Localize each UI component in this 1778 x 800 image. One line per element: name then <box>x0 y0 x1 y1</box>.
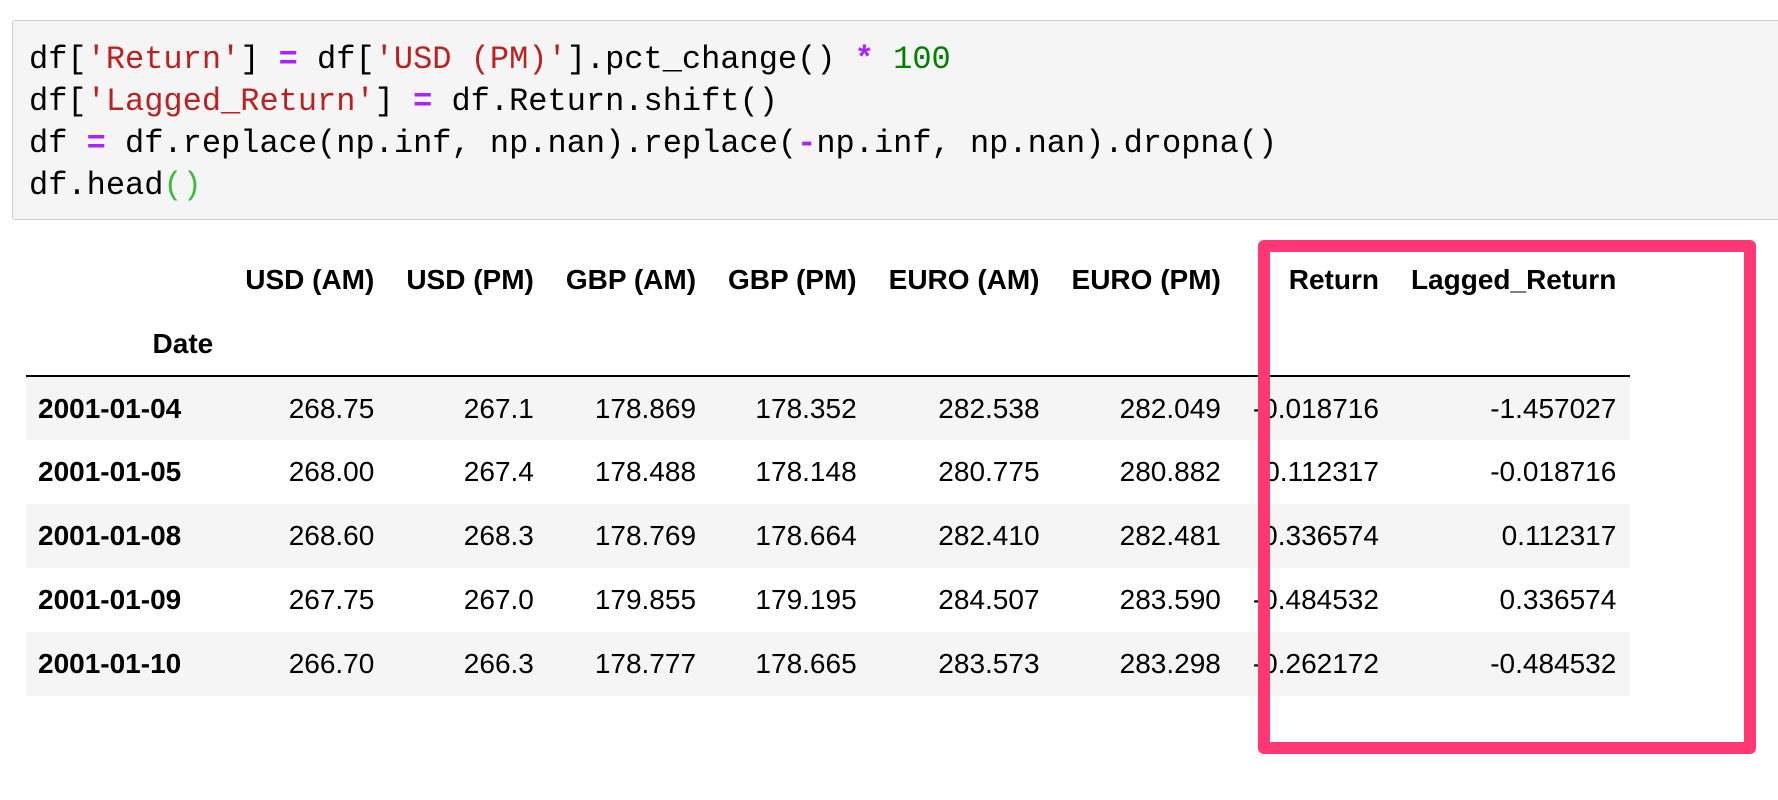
code-token: np.inf, np.nan).dropna() <box>816 125 1278 162</box>
table-cell: 178.488 <box>594 456 697 487</box>
code-token: - <box>797 125 817 162</box>
table-cell: -0.018716 <box>1252 392 1379 424</box>
code-cell[interactable]: df['Return'] = df['USD (PM)'].pct_change… <box>12 20 1778 220</box>
table-cell: 178.352 <box>755 392 857 424</box>
table-row: 2001-01-08 268.60 268.3 178.769 178.664 282.4… <box>26 504 1631 568</box>
table-cell: 267.0 <box>463 584 534 615</box>
row-index-date: 2001-01-08 <box>38 520 182 551</box>
column-header: Return <box>1288 264 1379 295</box>
code-token: 100 <box>893 41 951 78</box>
column-header: GBP (AM) <box>565 264 697 295</box>
code-line: df['Return'] = df['USD (PM)'].pct_change… <box>29 39 1277 81</box>
code-editor[interactable]: df['Return'] = df['USD (PM)'].pct_change… <box>29 39 1277 207</box>
column-header: USD (PM) <box>406 264 534 295</box>
table-cell: 267.4 <box>463 456 534 487</box>
code-token: df <box>29 125 87 162</box>
table-cell: -0.262172 <box>1252 648 1379 679</box>
output-area: USD (AM) USD (PM) GBP (AM) GBP (PM) EURO… <box>26 248 1631 696</box>
code-token: df[ <box>29 41 87 78</box>
index-name: Date <box>152 327 214 359</box>
table-cell: 178.769 <box>594 520 697 551</box>
table-cell: 0.336574 <box>1499 584 1617 615</box>
table-cell: 178.148 <box>755 456 857 487</box>
code-token: = <box>413 83 433 120</box>
code-token: = <box>86 125 106 162</box>
code-token: 'Return' <box>86 41 241 78</box>
table-cell: 267.1 <box>463 392 534 424</box>
table-cell: 280.882 <box>1119 456 1221 487</box>
code-token: () <box>163 167 202 204</box>
code-token: df[ <box>29 83 87 120</box>
table-cell: -0.484532 <box>1252 584 1379 615</box>
table-cell: 268.75 <box>288 392 375 424</box>
code-line: df = df.replace(np.inf, np.nan).replace(… <box>29 123 1277 165</box>
code-token: 'USD (PM)' <box>374 41 567 78</box>
dataframe-table: USD (AM) USD (PM) GBP (AM) GBP (PM) EURO… <box>26 248 1631 696</box>
table-cell: -0.018716 <box>1490 456 1617 487</box>
table-row: 2001-01-10 266.70 266.3 178.777 178.665 283.5… <box>26 632 1631 696</box>
table-cell: 266.3 <box>463 648 534 679</box>
column-header: EURO (AM) <box>888 264 1040 295</box>
table-cell: 179.855 <box>594 584 697 615</box>
code-line: df['Lagged_Return'] = df.Return.shift() <box>29 81 1277 123</box>
code-token: 'Lagged_Return' <box>86 83 375 120</box>
table-cell: -1.457027 <box>1490 392 1617 424</box>
table-cell: 283.573 <box>938 648 1040 679</box>
code-token: df.Return.shift() <box>432 83 778 120</box>
table-cell: 268.00 <box>288 456 375 487</box>
column-header: GBP (PM) <box>728 264 857 295</box>
table-cell: 282.410 <box>938 520 1040 551</box>
row-index-date: 2001-01-04 <box>38 392 182 424</box>
code-token: ] <box>240 41 279 78</box>
table-header-row: USD (AM) USD (PM) GBP (AM) GBP (PM) EURO… <box>26 248 1630 312</box>
code-token: ].pct_change() <box>566 41 855 78</box>
table-cell: 178.869 <box>594 392 697 424</box>
table-cell: 266.70 <box>288 648 375 679</box>
index-header-blank <box>26 248 213 312</box>
column-header: Lagged_Return <box>1410 264 1617 295</box>
table-cell: 179.195 <box>755 584 857 615</box>
code-token: df[ <box>297 41 375 78</box>
table-cell: -0.484532 <box>1490 648 1617 679</box>
code-token: ] <box>374 83 414 120</box>
table-cell: 282.481 <box>1119 520 1221 551</box>
table-cell: 280.775 <box>938 456 1040 487</box>
code-line: df.head() <box>29 165 1277 207</box>
column-header: USD (AM) <box>245 264 375 295</box>
code-token: = <box>278 41 298 78</box>
table-row: 2001-01-04 268.75 267.1 178.869 178.352 282.5… <box>26 376 1631 440</box>
column-header: EURO (PM) <box>1071 264 1221 295</box>
code-token: df.head <box>29 167 164 204</box>
code-token: * <box>854 41 874 78</box>
table-cell: 283.298 <box>1119 648 1221 679</box>
table-cell: 268.60 <box>288 520 375 551</box>
table-cell: 0.112317 <box>1501 520 1617 551</box>
table-cell: 282.538 <box>938 392 1040 424</box>
row-index-date: 2001-01-09 <box>38 584 182 615</box>
table-cell: 267.75 <box>288 584 375 615</box>
table-cell: 0.112317 <box>1264 456 1379 487</box>
table-cell: 0.336574 <box>1262 520 1379 551</box>
table-cell: 268.3 <box>463 520 534 551</box>
table-row: 2001-01-09 267.75 267.0 179.855 179.195 284.5… <box>26 568 1630 632</box>
table-cell: 178.664 <box>755 520 857 551</box>
index-name-row: Date <box>26 312 1631 376</box>
table-body: 2001-01-04 268.75 267.1 178.869 178.352 282.5… <box>26 376 1631 696</box>
row-index-date: 2001-01-10 <box>38 648 182 679</box>
table-cell: 284.507 <box>938 584 1040 615</box>
row-index-date: 2001-01-05 <box>38 456 182 487</box>
table-row: 2001-01-05 268.00 267.4 178.488 178.148 280.7… <box>26 440 1630 504</box>
table-cell: 283.590 <box>1119 584 1221 615</box>
code-token: df.replace(np.inf, np.nan).replace( <box>105 125 798 162</box>
table-cell: 282.049 <box>1119 392 1221 424</box>
table-cell: 178.777 <box>594 648 697 679</box>
table-cell: 178.665 <box>755 648 857 679</box>
